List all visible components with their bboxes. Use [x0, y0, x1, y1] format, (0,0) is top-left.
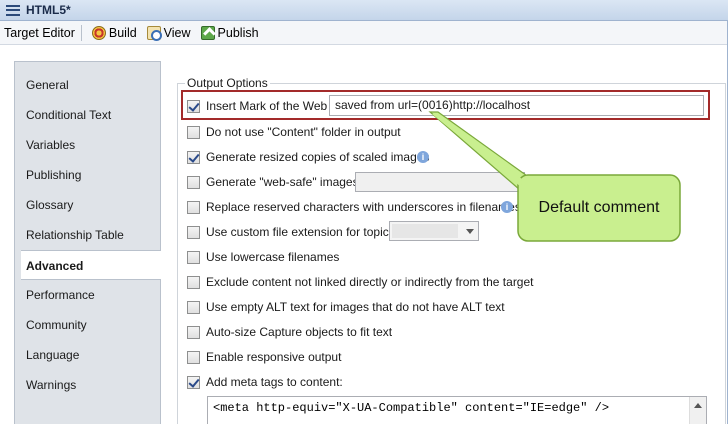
toolbar-separator: [80, 24, 82, 41]
auto-size-checkbox[interactable]: [187, 325, 200, 339]
info-icon[interactable]: i: [501, 201, 513, 213]
resized-copies-label: Generate resized copies of scaled images: [206, 150, 430, 164]
option-auto-size[interactable]: Auto-size Capture objects to fit text: [187, 324, 392, 340]
responsive-label: Enable responsive output: [206, 350, 342, 364]
meta-tags-scrollbar[interactable]: [689, 397, 706, 424]
option-resized-copies[interactable]: Generate resized copies of scaled images: [187, 149, 429, 165]
exclude-unlinked-checkbox[interactable]: [187, 275, 200, 289]
sidebar-item-publishing[interactable]: Publishing: [15, 160, 160, 190]
option-mark-of-web[interactable]: Insert Mark of the Web: [187, 98, 327, 114]
window-title: HTML5*: [26, 3, 71, 17]
meta-tags-label: Add meta tags to content:: [206, 375, 343, 389]
custom-extension-checkbox[interactable]: [187, 225, 200, 239]
chevron-down-icon: [466, 229, 474, 234]
build-icon: [91, 25, 106, 40]
callout-text: Default comment: [538, 199, 660, 216]
info-icon[interactable]: i: [417, 151, 429, 163]
replace-reserved-label: Replace reserved characters with undersc…: [206, 200, 521, 214]
lowercase-label: Use lowercase filenames: [206, 250, 340, 264]
no-content-folder-label: Do not use "Content" folder in output: [206, 125, 401, 139]
sidebar-item-warnings[interactable]: Warnings: [15, 370, 160, 400]
sidebar-item-performance[interactable]: Performance: [15, 280, 160, 310]
mark-of-web-input[interactable]: saved from url=(0016)http://localhost: [329, 95, 704, 116]
empty-alt-label: Use empty ALT text for images that do no…: [206, 300, 505, 314]
publish-icon: [200, 25, 215, 40]
responsive-checkbox[interactable]: [187, 350, 200, 364]
sidebar-item-community[interactable]: Community: [15, 310, 160, 340]
option-custom-extension[interactable]: Use custom file extension for topics: [187, 224, 395, 240]
build-label: Build: [108, 25, 137, 40]
extension-dropdown[interactable]: [389, 221, 479, 241]
option-empty-alt[interactable]: Use empty ALT text for images that do no…: [187, 299, 505, 315]
option-no-content-folder[interactable]: Do not use "Content" folder in output: [187, 124, 401, 140]
title-bar: HTML5*: [0, 0, 728, 21]
sidebar-item-language[interactable]: Language: [15, 340, 160, 370]
option-meta-tags[interactable]: Add meta tags to content:: [187, 374, 343, 390]
option-replace-reserved[interactable]: Replace reserved characters with undersc…: [187, 199, 521, 215]
sidebar-item-variables[interactable]: Variables: [15, 130, 160, 160]
publish-label: Publish: [217, 25, 259, 40]
view-button[interactable]: View: [146, 25, 191, 41]
build-button[interactable]: Build: [91, 25, 137, 40]
resized-copies-checkbox[interactable]: [187, 150, 200, 164]
meta-tags-textarea[interactable]: <meta http-equiv="X-UA-Compatible" conte…: [207, 396, 707, 424]
sidebar-item-relationship-table[interactable]: Relationship Table: [15, 220, 160, 250]
option-lowercase[interactable]: Use lowercase filenames: [187, 249, 339, 265]
mark-of-web-label: Insert Mark of the Web: [206, 99, 328, 113]
custom-extension-label: Use custom file extension for topics: [206, 225, 395, 239]
sidebar-item-advanced[interactable]: Advanced: [21, 250, 161, 280]
web-safe-input[interactable]: [355, 172, 525, 192]
content-panel: Output Options Insert Mark of the Web sa…: [161, 61, 728, 424]
sidebar-item-glossary[interactable]: Glossary: [15, 190, 160, 220]
option-web-safe[interactable]: Generate "web-safe" images: [187, 174, 359, 190]
view-label: View: [163, 25, 191, 40]
output-options-legend: Output Options: [185, 76, 270, 90]
sidebar-item-general[interactable]: General: [15, 70, 160, 100]
web-safe-label: Generate "web-safe" images: [206, 175, 359, 189]
replace-reserved-checkbox[interactable]: [187, 200, 200, 214]
menu-icon[interactable]: [6, 4, 20, 16]
mark-of-web-checkbox[interactable]: [187, 99, 200, 113]
sidebar-item-conditional-text[interactable]: Conditional Text: [15, 100, 160, 130]
auto-size-label: Auto-size Capture objects to fit text: [206, 325, 393, 339]
no-content-folder-checkbox[interactable]: [187, 125, 200, 139]
publish-button[interactable]: Publish: [200, 25, 259, 40]
web-safe-checkbox[interactable]: [187, 175, 200, 189]
option-responsive[interactable]: Enable responsive output: [187, 349, 341, 365]
target-editor-label: Target Editor: [4, 25, 75, 40]
view-icon: [146, 25, 162, 41]
empty-alt-checkbox[interactable]: [187, 300, 200, 314]
toolbar: Target Editor Build View Publish: [0, 21, 728, 45]
exclude-unlinked-label: Exclude content not linked directly or i…: [206, 275, 534, 289]
meta-tags-checkbox[interactable]: [187, 375, 200, 389]
sidebar: General Conditional Text Variables Publi…: [14, 61, 161, 424]
lowercase-checkbox[interactable]: [187, 250, 200, 264]
option-exclude-unlinked[interactable]: Exclude content not linked directly or i…: [187, 274, 534, 290]
